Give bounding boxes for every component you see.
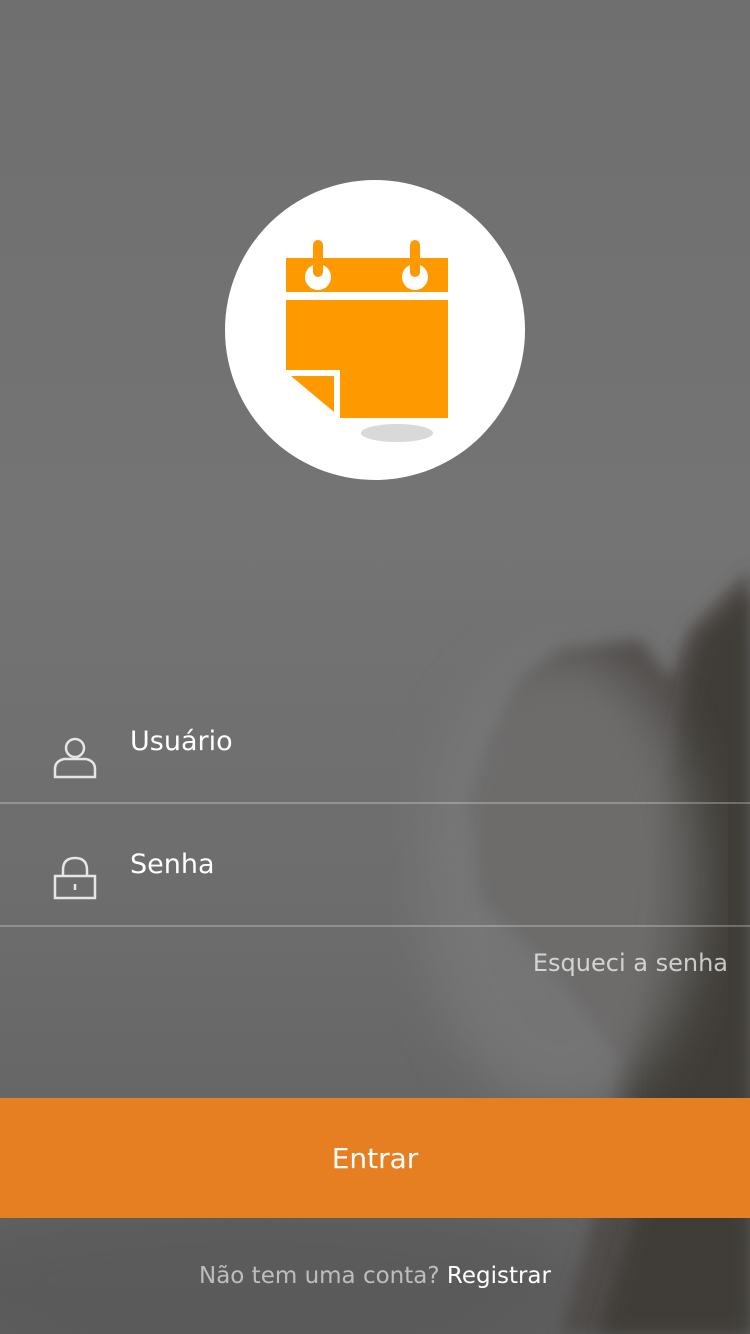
username-field bbox=[0, 680, 750, 804]
password-input[interactable] bbox=[130, 803, 710, 925]
register-prompt-line: Não tem uma conta? Registrar bbox=[0, 1256, 750, 1296]
username-input[interactable] bbox=[130, 680, 710, 802]
user-icon bbox=[53, 737, 97, 779]
login-button[interactable]: Entrar bbox=[0, 1098, 750, 1218]
register-prompt-text: Não tem uma conta? bbox=[199, 1263, 447, 1289]
forgot-password-link[interactable]: Esqueci a senha bbox=[533, 945, 728, 981]
app-logo bbox=[225, 180, 525, 480]
password-field bbox=[0, 803, 750, 927]
calendar-note-icon bbox=[286, 240, 448, 442]
register-link[interactable]: Registrar bbox=[447, 1263, 551, 1289]
lock-icon bbox=[53, 856, 97, 900]
